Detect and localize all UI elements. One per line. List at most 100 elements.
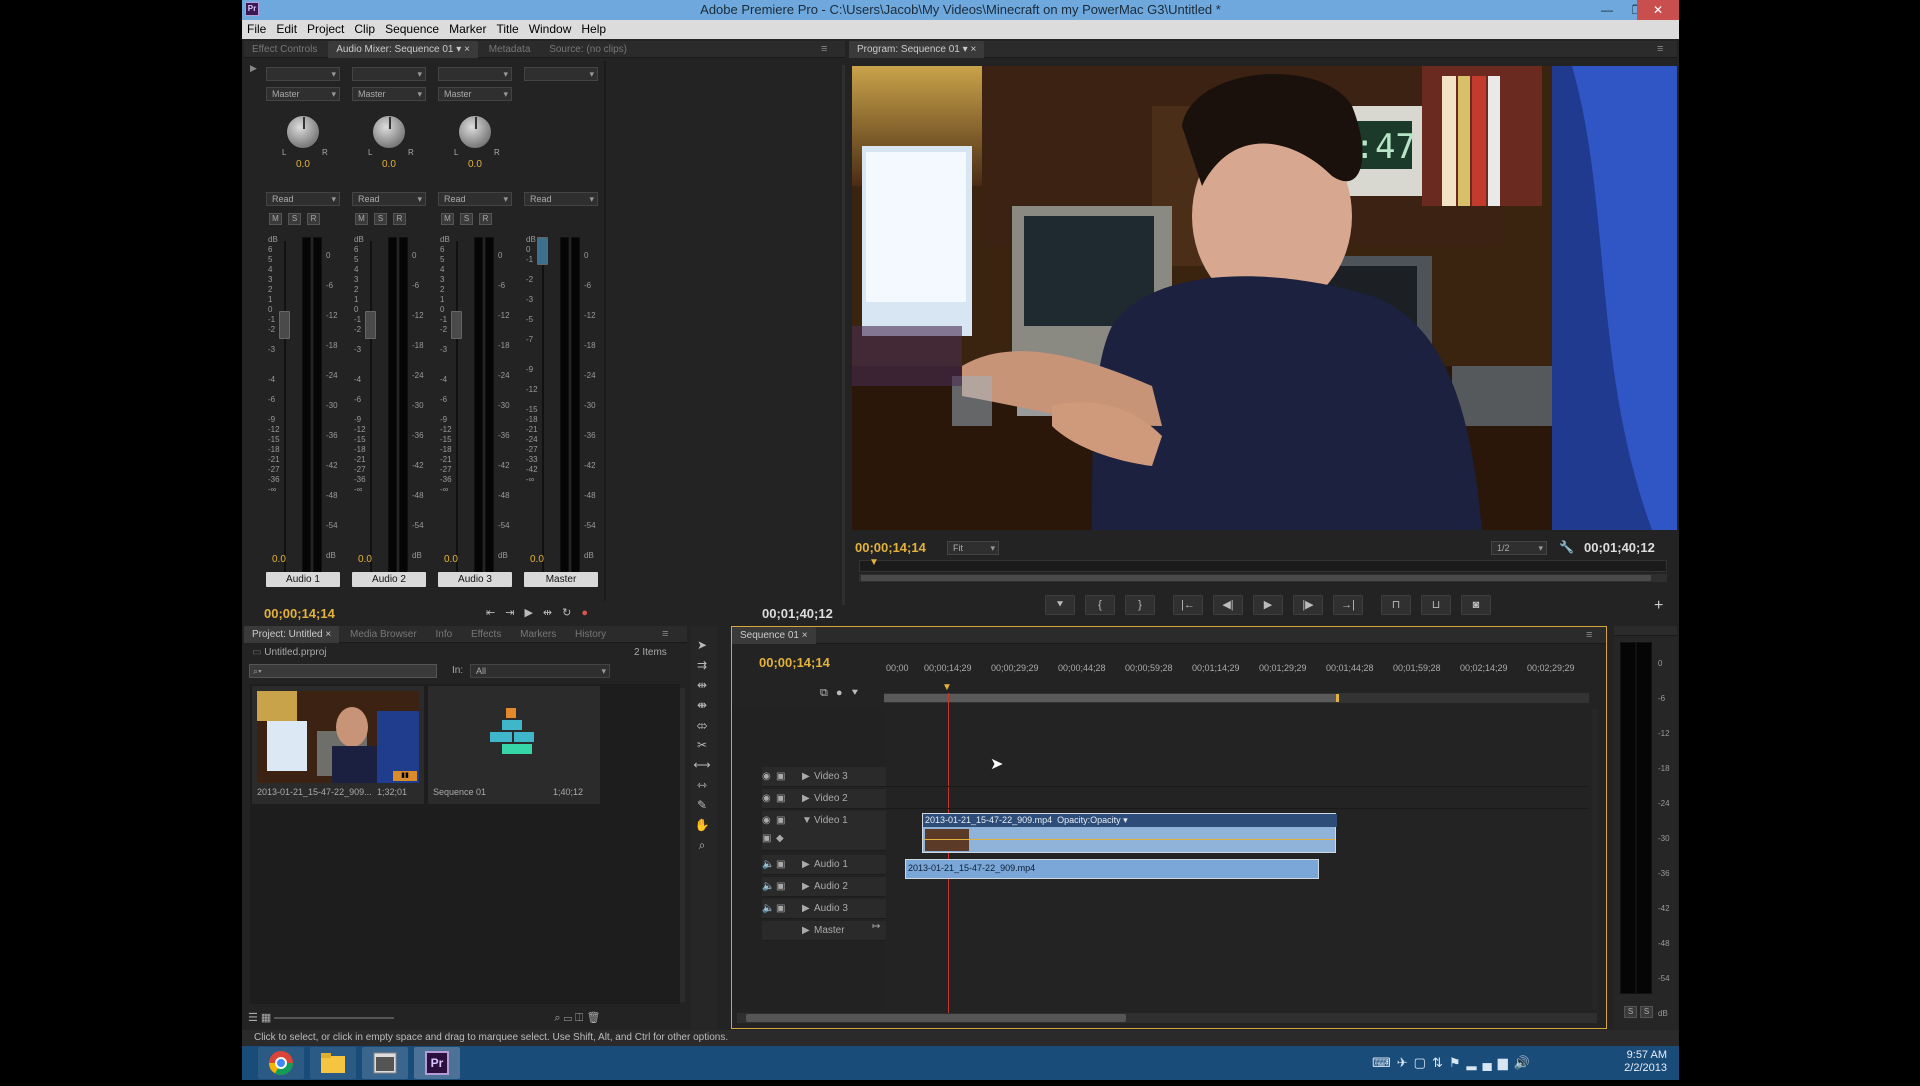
ch1-level-value[interactable]: 0.0 [272, 554, 286, 565]
project-search-input[interactable]: ⌕▾ [249, 664, 437, 678]
tab-effect-controls[interactable]: Effect Controls [244, 41, 325, 58]
eye-icon[interactable]: ◉ [762, 771, 771, 782]
taskbar-clock[interactable]: 9:57 AM 2/2/2013 [1617, 1049, 1667, 1075]
menu-project[interactable]: Project [302, 20, 349, 39]
in-dropdown[interactable]: All [470, 664, 610, 678]
go-to-in-button[interactable]: |← [1173, 595, 1203, 615]
track-master[interactable]: ▶ Master ↦ [762, 921, 886, 941]
tray-window-icon[interactable]: ▢ [1414, 1055, 1432, 1070]
zoom-tool-icon[interactable]: ⌕ [691, 836, 713, 854]
timeline-playhead-icon[interactable]: ▼ [942, 682, 952, 693]
tab-history[interactable]: History [567, 626, 614, 643]
eye-icon[interactable]: ◉ [762, 815, 771, 826]
speaker-icon[interactable]: 🔈 [762, 903, 774, 914]
ch2-automation-dropdown[interactable]: Read [352, 192, 426, 206]
signal-icon[interactable]: ▂▄▆ [1467, 1055, 1514, 1070]
ch1-pan-knob[interactable] [286, 115, 320, 149]
icon-view-icon[interactable]: ▦ [261, 1012, 274, 1024]
track-select-tool-icon[interactable]: ⇉ [691, 656, 713, 674]
audio-clip[interactable]: 2013-01-21_15-47-22_909.mp4 [905, 859, 1319, 879]
menu-edit[interactable]: Edit [271, 20, 302, 39]
lock-icon[interactable]: ▣ [776, 903, 785, 914]
ch2-output-dropdown[interactable]: Master [352, 87, 426, 101]
master-effects-dropdown[interactable] [524, 67, 598, 81]
new-item-icon[interactable]: ◫ [575, 1012, 586, 1024]
ch1-solo-button[interactable]: S [288, 213, 301, 225]
ch1-effects-dropdown[interactable] [266, 67, 340, 81]
close-tab-icon[interactable]: × [464, 44, 470, 55]
tab-sequence[interactable]: Sequence 01 × [732, 627, 816, 644]
collapse-icon[interactable]: ▼ [802, 815, 812, 826]
master-automation-dropdown[interactable]: Read [524, 192, 598, 206]
menu-window[interactable]: Window [524, 20, 577, 39]
tab-markers[interactable]: Markers [512, 626, 564, 643]
menu-title[interactable]: Title [491, 20, 523, 39]
expand-icon[interactable]: ▶ [802, 859, 810, 870]
lock-icon[interactable]: ▣ [776, 881, 785, 892]
set-marker-icon[interactable]: ⯆ [851, 687, 868, 699]
expand-icon[interactable]: ▶ [802, 925, 810, 936]
menu-help[interactable]: Help [576, 20, 611, 39]
expand-icon[interactable]: ▶ [802, 793, 810, 804]
speaker-icon[interactable]: 🔈 [762, 859, 774, 870]
lift-button[interactable]: ⊓ [1381, 595, 1411, 615]
new-bin-icon[interactable]: ▭ [564, 1012, 575, 1024]
keyboard-icon[interactable]: ⌨ [1372, 1055, 1397, 1070]
ch3-output-dropdown[interactable]: Master [438, 87, 512, 101]
close-tab-icon[interactable]: × [802, 630, 808, 641]
program-zoom-thumb[interactable] [861, 575, 1651, 581]
timeline-timecode[interactable]: 00;00;14;14 [759, 655, 830, 670]
track-row-video-2[interactable] [886, 789, 1589, 809]
track-video-2[interactable]: ◉ ▣ ▶ Video 2 [762, 789, 886, 809]
lock-icon[interactable]: ▣ [776, 771, 785, 782]
menu-marker[interactable]: Marker [444, 20, 491, 39]
ch1-mute-button[interactable]: M [269, 213, 282, 225]
ch2-mute-button[interactable]: M [355, 213, 368, 225]
timeline-vertical-scrollbar[interactable] [1592, 709, 1598, 1009]
panel-menu-icon[interactable]: ≡ [1657, 41, 1663, 58]
master-level-value[interactable]: 0.0 [530, 554, 544, 565]
lock-icon[interactable]: ▣ [776, 815, 785, 826]
tray-app-icon[interactable]: ✈ [1397, 1055, 1414, 1070]
timeline-ruler[interactable]: 00;00 00;00;14;29 00;00;29;29 00;00;44;2… [884, 663, 1589, 679]
selection-tool-icon[interactable]: ➤ [691, 636, 713, 654]
ch1-record-button[interactable]: R [307, 213, 320, 225]
go-to-out-button[interactable]: →| [1333, 595, 1363, 615]
ch3-solo-button[interactable]: S [460, 213, 473, 225]
slide-tool-icon[interactable]: ⇿ [691, 776, 713, 794]
master-fader[interactable] [537, 237, 548, 265]
file-explorer-taskbar-icon[interactable] [310, 1047, 356, 1079]
tab-audio-mixer[interactable]: Audio Mixer: Sequence 01 ▾ × [328, 41, 478, 58]
window-app-taskbar-icon[interactable] [362, 1047, 408, 1079]
razor-tool-icon[interactable]: ✂ [691, 736, 713, 754]
loop-icon[interactable]: ↻ [562, 607, 581, 619]
program-time-ruler[interactable] [859, 560, 1667, 572]
expand-icon[interactable]: ▶ [802, 771, 810, 782]
tab-program[interactable]: Program: Sequence 01 ▾ × [849, 41, 985, 58]
project-scrollbar[interactable] [680, 688, 685, 1002]
expand-icon[interactable]: ▶ [802, 881, 810, 892]
opacity-line[interactable] [923, 839, 1335, 840]
menu-clip[interactable]: Clip [349, 20, 380, 39]
ch3-pan-knob[interactable] [458, 115, 492, 149]
ch1-automation-dropdown[interactable]: Read [266, 192, 340, 206]
ch3-record-button[interactable]: R [479, 213, 492, 225]
snap-icon[interactable]: ⧉ [820, 687, 836, 699]
ripple-edit-tool-icon[interactable]: ⇹ [691, 676, 713, 694]
mixer-scrollbar[interactable] [842, 65, 845, 605]
asset-clip[interactable]: ▮▮ 2013-01-21_15-47-22_909... 1;32;01 [252, 686, 424, 804]
slip-tool-icon[interactable]: ⟷ [691, 756, 713, 774]
solo-right-button[interactable]: S [1640, 1006, 1653, 1018]
zoom-slider[interactable] [274, 1017, 395, 1020]
rate-stretch-tool-icon[interactable]: ⤄ [691, 716, 713, 734]
tab-effects[interactable]: Effects [463, 626, 509, 643]
volume-icon[interactable]: 🔊 [1514, 1055, 1536, 1070]
premiere-taskbar-icon[interactable]: Pr [414, 1047, 460, 1079]
close-icon[interactable]: ✕ [1637, 0, 1679, 20]
ch1-output-dropdown[interactable]: Master [266, 87, 340, 101]
speaker-icon[interactable]: 🔈 [762, 881, 774, 892]
track-audio-1[interactable]: 🔈 ▣ ▶ Audio 1 [762, 855, 886, 875]
fit-dropdown[interactable]: Fit [947, 541, 999, 555]
ch3-effects-dropdown[interactable] [438, 67, 512, 81]
ch3-automation-dropdown[interactable]: Read [438, 192, 512, 206]
